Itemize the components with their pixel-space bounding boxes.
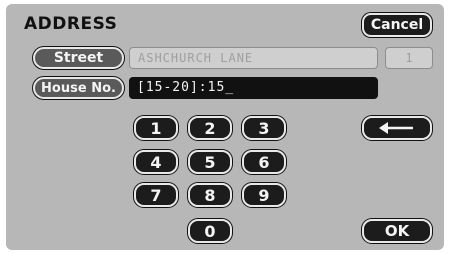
house-number-input[interactable]: [15-20]:15_ xyxy=(129,77,378,99)
key-3-button[interactable]: 3 xyxy=(242,116,286,140)
house-number-button[interactable]: House No. xyxy=(33,77,124,99)
cancel-button[interactable]: Cancel xyxy=(362,13,432,37)
key-1-button[interactable]: 1 xyxy=(134,116,178,140)
left-arrow-icon xyxy=(379,122,413,134)
key-9-button[interactable]: 9 xyxy=(242,183,286,207)
key-4-button[interactable]: 4 xyxy=(134,150,178,174)
key-5-button[interactable]: 5 xyxy=(188,150,232,174)
address-entry-screen: ADDRESS Cancel Street ASHCHURCH LANE 1 H… xyxy=(6,4,444,250)
page-title: ADDRESS xyxy=(24,14,118,34)
key-7-button[interactable]: 7 xyxy=(134,183,178,207)
street-button[interactable]: Street xyxy=(33,47,124,69)
key-2-button[interactable]: 2 xyxy=(188,116,232,140)
key-6-button[interactable]: 6 xyxy=(242,150,286,174)
street-field: ASHCHURCH LANE xyxy=(129,47,378,69)
key-0-button[interactable]: 0 xyxy=(188,219,232,243)
street-count-field: 1 xyxy=(385,47,433,69)
ok-button[interactable]: OK xyxy=(362,219,432,243)
backspace-button[interactable] xyxy=(362,116,432,140)
key-8-button[interactable]: 8 xyxy=(188,183,232,207)
